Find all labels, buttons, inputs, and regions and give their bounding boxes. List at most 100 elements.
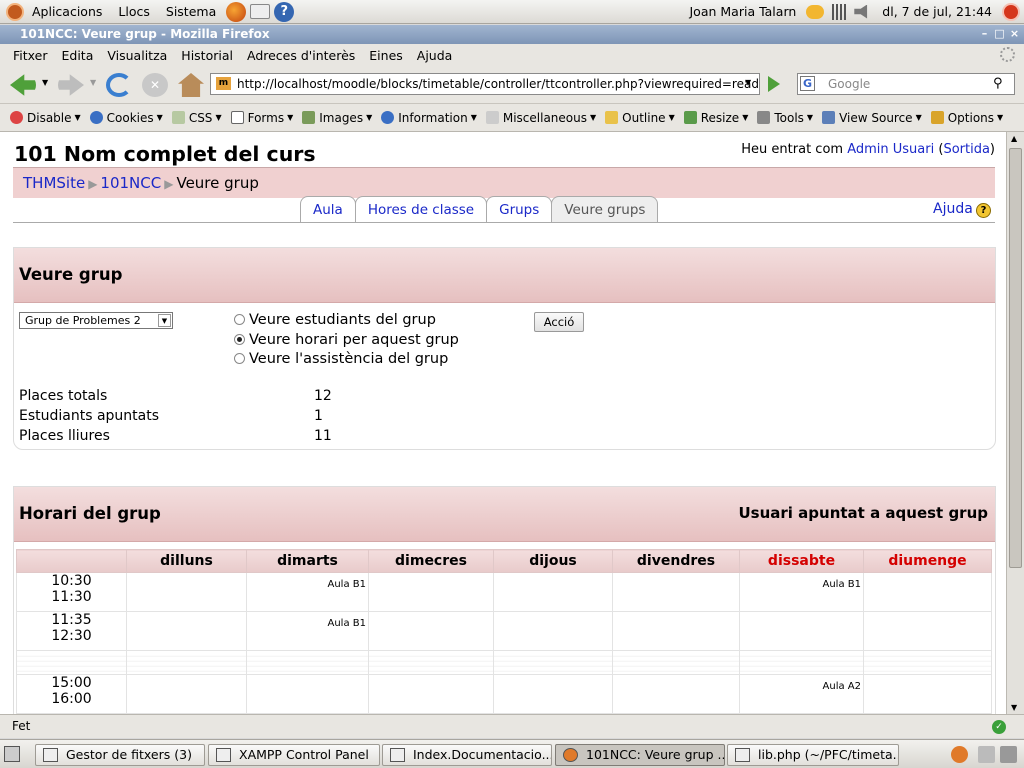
logout-link[interactable]: Sortida — [943, 142, 989, 157]
go-icon[interactable] — [768, 76, 780, 92]
schedule-cell[interactable] — [612, 572, 740, 612]
devbar-information[interactable]: Information ▼ — [381, 111, 477, 125]
panel-menu-places[interactable]: Llocs — [110, 4, 157, 19]
schedule-cell[interactable] — [493, 674, 613, 714]
stop-icon[interactable]: ✕ — [142, 73, 168, 97]
user-profile-link[interactable]: Admin Usuari — [847, 142, 934, 157]
radio-button-selected[interactable] — [234, 334, 245, 345]
schedule-cell[interactable]: Aula B1 — [246, 572, 369, 612]
vertical-scrollbar[interactable]: ▲ ▼ — [1006, 132, 1024, 714]
task-firefox[interactable]: 101NCC: Veure grup ... — [555, 744, 725, 766]
search-engine-icon[interactable]: G — [800, 76, 815, 91]
devbar-css[interactable]: CSS ▼ — [171, 111, 222, 125]
scroll-down-icon[interactable]: ▼ — [1011, 703, 1017, 712]
devbar-miscellaneous[interactable]: Miscellaneous ▼ — [485, 111, 596, 125]
schedule-cell[interactable] — [493, 611, 613, 651]
window-restore-icon[interactable]: □ — [993, 28, 1006, 41]
schedule-cell[interactable]: Aula B1 — [739, 572, 864, 612]
status-ok-icon[interactable]: ✓ — [992, 720, 1006, 734]
radio-button[interactable] — [234, 314, 245, 325]
signal-strength-icon[interactable] — [832, 3, 849, 20]
menu-edit[interactable]: Edita — [55, 48, 101, 63]
breadcrumb-course[interactable]: 101NCC — [100, 174, 161, 192]
panel-menu-applications[interactable]: Aplicacions — [24, 4, 110, 19]
task-documentation[interactable]: Index.Documentacio.... — [382, 744, 552, 766]
devbar-options[interactable]: Options ▼ — [930, 111, 1003, 125]
devbar-view-source[interactable]: View Source ▼ — [822, 111, 922, 125]
devbar-disable[interactable]: Disable ▼ — [10, 111, 81, 125]
scroll-up-icon[interactable]: ▲ — [1011, 134, 1017, 143]
schedule-cell[interactable] — [368, 611, 494, 651]
volume-icon[interactable] — [854, 4, 868, 19]
trash-icon[interactable] — [1000, 746, 1017, 763]
devbar-images[interactable]: Images ▼ — [302, 111, 372, 125]
radio-button[interactable] — [234, 353, 245, 364]
forward-icon[interactable] — [58, 74, 84, 96]
radio-view-students[interactable]: Veure estudiants del grup — [234, 312, 436, 328]
firefox-tray-icon[interactable] — [951, 746, 968, 763]
schedule-cell[interactable] — [863, 674, 992, 714]
radio-view-schedule[interactable]: Veure horari per aquest grup — [234, 332, 459, 348]
forward-history-chevron-icon[interactable]: ▼ — [90, 78, 96, 87]
help-icon[interactable]: ? — [976, 203, 991, 218]
shutdown-icon[interactable] — [1002, 2, 1020, 21]
search-input[interactable]: Google — [797, 73, 1015, 95]
window-minimize-icon[interactable]: – — [978, 28, 991, 41]
schedule-cell[interactable] — [126, 611, 247, 651]
home-icon[interactable] — [178, 73, 204, 97]
help-link[interactable]: Ajuda — [933, 201, 973, 217]
search-magnifier-icon[interactable]: ⚲ — [993, 76, 1003, 91]
task-xampp[interactable]: XAMPP Control Panel — [208, 744, 380, 766]
show-desktop-icon[interactable] — [4, 746, 20, 762]
devbar-tools[interactable]: Tools ▼ — [757, 111, 813, 125]
menu-bookmarks[interactable]: Adreces d'interès — [240, 48, 362, 63]
schedule-cell[interactable] — [739, 611, 864, 651]
menu-view[interactable]: Visualitza — [100, 48, 174, 63]
scrollbar-thumb[interactable] — [1009, 148, 1022, 568]
group-select[interactable]: Grup de Problemes 2 ▼ — [19, 312, 173, 329]
schedule-cell[interactable]: Aula A2 — [739, 674, 864, 714]
tab-grups[interactable]: Grups — [486, 196, 553, 223]
devbar-outline[interactable]: Outline ▼ — [605, 111, 675, 125]
panel-user-name[interactable]: Joan Maria Talarn — [682, 4, 805, 19]
schedule-cell[interactable] — [126, 674, 247, 714]
devbar-resize[interactable]: Resize ▼ — [683, 111, 748, 125]
menu-file[interactable]: Fitxer — [6, 48, 55, 63]
panel-menu-system[interactable]: Sistema — [158, 4, 224, 19]
back-icon[interactable] — [10, 74, 36, 96]
menu-history[interactable]: Historial — [174, 48, 240, 63]
tab-hores-de-classe[interactable]: Hores de classe — [354, 196, 488, 223]
schedule-cell[interactable] — [612, 674, 740, 714]
radio-view-attendance[interactable]: Veure l'assistència del grup — [234, 351, 448, 367]
reload-icon[interactable] — [106, 73, 132, 97]
firefox-launcher-icon[interactable] — [226, 1, 247, 22]
devbar-forms[interactable]: Forms ▼ — [230, 111, 293, 125]
help-launcher-icon[interactable]: ? — [274, 1, 295, 22]
window-titlebar[interactable]: 101NCC: Veure grup - Mozilla Firefox – □… — [0, 25, 1024, 44]
schedule-cell[interactable] — [126, 572, 247, 612]
schedule-cell[interactable] — [863, 572, 992, 612]
mail-launcher-icon[interactable] — [250, 4, 271, 19]
schedule-cell[interactable] — [863, 611, 992, 651]
tab-veure-grups[interactable]: Veure grups — [551, 196, 659, 223]
menu-tools[interactable]: Eines — [362, 48, 410, 63]
window-close-icon[interactable]: × — [1008, 28, 1021, 41]
schedule-cell[interactable] — [368, 572, 494, 612]
url-dropdown-icon[interactable]: ▼ — [745, 78, 751, 87]
schedule-cell[interactable] — [612, 611, 740, 651]
schedule-cell[interactable] — [246, 674, 369, 714]
schedule-cell[interactable]: Aula B1 — [246, 611, 369, 651]
menu-help[interactable]: Ajuda — [410, 48, 460, 63]
task-editor[interactable]: lib.php (~/PFC/timeta... — [727, 744, 899, 766]
schedule-cell[interactable] — [493, 572, 613, 612]
task-file-manager[interactable]: Gestor de fitxers (3) — [35, 744, 205, 766]
workspace-switcher[interactable] — [978, 746, 995, 763]
url-input[interactable]: http://localhost/moodle/blocks/timetable… — [210, 73, 760, 95]
back-history-chevron-icon[interactable]: ▼ — [42, 78, 48, 87]
schedule-cell[interactable] — [368, 674, 494, 714]
network-status-icon[interactable] — [806, 4, 825, 19]
panel-clock[interactable]: dl, 7 de jul, 21:44 — [874, 4, 1000, 19]
action-button[interactable]: Acció — [534, 312, 584, 332]
breadcrumb-site[interactable]: THMSite — [23, 174, 85, 192]
devbar-cookies[interactable]: Cookies ▼ — [89, 111, 163, 125]
